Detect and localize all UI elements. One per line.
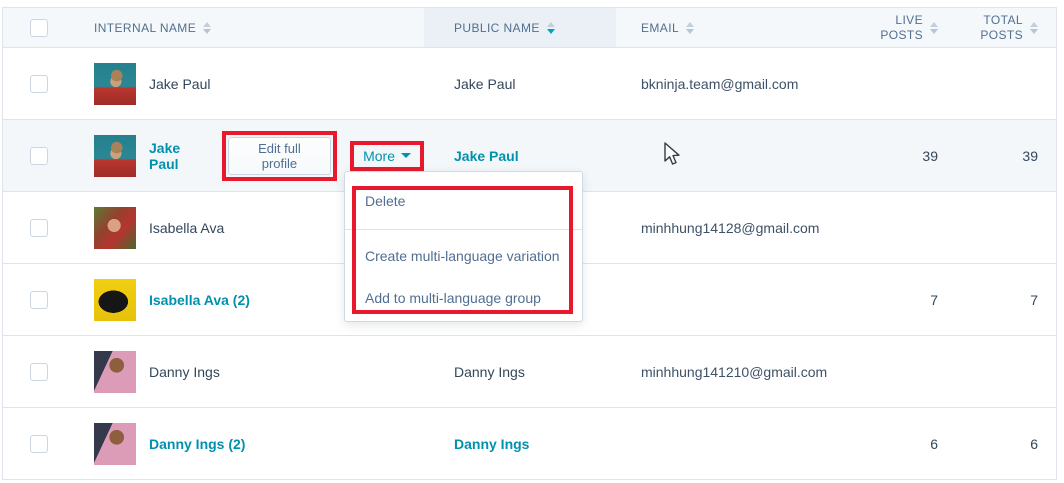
internal-name-text: Jake Paul bbox=[149, 76, 210, 92]
menu-item-create-multilanguage-variation[interactable]: Create multi-language variation bbox=[365, 248, 560, 264]
internal-name-text: Isabella Ava bbox=[149, 220, 224, 236]
row-checkbox[interactable] bbox=[30, 291, 48, 309]
total-posts-value: 39 bbox=[1022, 148, 1038, 164]
author-avatar bbox=[94, 279, 136, 321]
column-header-total-posts[interactable]: TOTAL POSTS bbox=[946, 13, 1056, 43]
table-header-row: INTERNAL NAME PUBLIC NAME EMAIL LIVE POS… bbox=[3, 8, 1056, 48]
sort-arrows-icon bbox=[1030, 22, 1038, 34]
menu-divider bbox=[345, 229, 582, 230]
public-name-text: Danny Ings bbox=[454, 364, 525, 380]
sort-arrows-icon bbox=[686, 22, 694, 34]
annotation-box-edit-full-profile: Edit full profile bbox=[222, 131, 337, 181]
email-text: bkninja.team@gmail.com bbox=[641, 76, 798, 92]
internal-name-text: Danny Ings bbox=[149, 364, 220, 380]
column-header-internal-name[interactable]: INTERNAL NAME bbox=[77, 21, 424, 35]
column-header-live-posts[interactable]: LIVE POSTS bbox=[856, 13, 946, 43]
sort-arrows-icon bbox=[930, 22, 938, 34]
row-checkbox[interactable] bbox=[30, 219, 48, 237]
sort-desc-active-icon bbox=[547, 22, 555, 34]
more-dropdown-button[interactable]: More bbox=[363, 148, 411, 164]
internal-name-link[interactable]: Isabella Ava (2) bbox=[149, 292, 250, 308]
internal-name-link[interactable]: Danny Ings (2) bbox=[149, 436, 245, 452]
table-row: Jake Paul Jake Paul bkninja.team@gmail.c… bbox=[3, 48, 1056, 120]
email-text: minhhung141210@gmail.com bbox=[641, 364, 827, 380]
public-name-text: Jake Paul bbox=[454, 76, 515, 92]
table-row: Danny Ings (2) Danny Ings 6 6 bbox=[3, 408, 1056, 480]
public-name-link[interactable]: Jake Paul bbox=[454, 148, 519, 164]
total-posts-value: 6 bbox=[1030, 436, 1038, 452]
column-header-email[interactable]: EMAIL bbox=[616, 21, 856, 35]
row-checkbox[interactable] bbox=[30, 435, 48, 453]
select-all-checkbox[interactable] bbox=[30, 19, 48, 37]
more-dropdown-menu: Delete Create multi-language variation A… bbox=[344, 171, 583, 322]
column-header-public-name[interactable]: PUBLIC NAME bbox=[424, 8, 616, 47]
table-row: Danny Ings Danny Ings minhhung141210@gma… bbox=[3, 336, 1056, 408]
caret-down-icon bbox=[401, 153, 411, 158]
internal-name-link[interactable]: Jake Paul bbox=[149, 140, 210, 172]
live-posts-value: 7 bbox=[930, 292, 938, 308]
sort-arrows-icon bbox=[203, 22, 211, 34]
menu-item-delete[interactable]: Delete bbox=[365, 193, 405, 209]
email-header-label: EMAIL bbox=[641, 21, 679, 35]
live-posts-value: 39 bbox=[922, 148, 938, 164]
menu-item-add-to-multilanguage-group[interactable]: Add to multi-language group bbox=[365, 290, 541, 306]
author-avatar bbox=[94, 207, 136, 249]
row-checkbox[interactable] bbox=[30, 363, 48, 381]
author-avatar bbox=[94, 63, 136, 105]
author-avatar bbox=[94, 135, 136, 177]
row-checkbox[interactable] bbox=[30, 147, 48, 165]
live-posts-value: 6 bbox=[930, 436, 938, 452]
public-name-link[interactable]: Danny Ings bbox=[454, 436, 529, 452]
author-avatar bbox=[94, 423, 136, 465]
author-avatar bbox=[94, 351, 136, 393]
email-text: minhhung14128@gmail.com bbox=[641, 220, 819, 236]
total-posts-value: 7 bbox=[1030, 292, 1038, 308]
edit-full-profile-button[interactable]: Edit full profile bbox=[228, 137, 331, 175]
header-checkbox-cell bbox=[3, 19, 77, 37]
total-posts-header-label: TOTAL POSTS bbox=[979, 13, 1023, 43]
internal-name-header-label: INTERNAL NAME bbox=[94, 21, 196, 35]
public-name-header-label: PUBLIC NAME bbox=[454, 21, 540, 35]
row-checkbox[interactable] bbox=[30, 75, 48, 93]
more-button-label: More bbox=[363, 148, 395, 164]
annotation-box-more: More bbox=[350, 141, 424, 171]
live-posts-header-label: LIVE POSTS bbox=[879, 13, 923, 43]
